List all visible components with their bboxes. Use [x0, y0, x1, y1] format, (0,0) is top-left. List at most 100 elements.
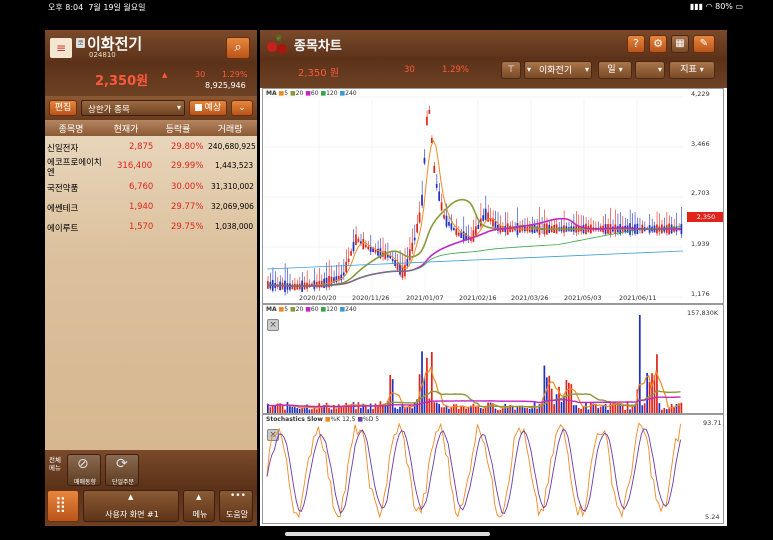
stochastics-pane[interactable]: Stochastics Slow ■%K 12,5 ■%D 5 × 93.71 …	[262, 414, 724, 524]
table-row[interactable]: 에이루트 1,570 29.75% 1,038,000	[45, 219, 257, 239]
left-footer: 전체메뉴 ⊘ 매매동향 ⟳ 단일주문 ⣿ ▲ 사용자 화면 #1 ▲ 메뉴 ••…	[45, 450, 257, 526]
screen-selector[interactable]: ▲ 사용자 화면 #1	[83, 490, 179, 522]
volume-bar	[396, 409, 399, 413]
current-price: 2,350원	[95, 74, 149, 89]
candle	[350, 251, 352, 256]
y-tick: 4,229	[691, 90, 710, 98]
volume-bar	[269, 407, 272, 413]
volume-bar	[315, 409, 318, 413]
candle	[391, 258, 394, 262]
order-button[interactable]: ⟳ 단일주문	[105, 454, 139, 486]
trend-button[interactable]: ⊘ 매매동향	[67, 454, 101, 486]
volume-bar	[328, 408, 330, 413]
table-row[interactable]: 에코프로에이치엔 316,400 29.99% 1,443,523	[45, 155, 257, 179]
volume-bar	[430, 351, 433, 413]
row-name: 에코프로에이치엔	[47, 158, 102, 178]
chart-price: 2,350 원	[298, 68, 340, 79]
col-volume: 거래량	[217, 125, 243, 135]
settings-button[interactable]: ⚙	[649, 35, 667, 53]
volume-bar	[626, 402, 629, 413]
candle	[482, 215, 485, 221]
price-chart[interactable]	[263, 89, 724, 304]
menu-label: 메뉴	[192, 510, 208, 519]
dropdown-icon: ▾	[618, 65, 623, 74]
edit-button[interactable]: 편집	[49, 100, 77, 116]
volume-bar	[548, 375, 551, 413]
pin-button[interactable]: ⊤	[501, 61, 521, 79]
volume-bar	[555, 394, 558, 413]
volume-bar	[585, 402, 587, 413]
volume-bar	[357, 402, 360, 413]
volume-bar	[567, 382, 570, 413]
col-pct[interactable]: 등락률	[155, 122, 201, 135]
y-tick: 1,176	[691, 290, 710, 298]
volume-pane[interactable]: MA ■5 ■20 ■60 ■120 ■240 × 157,830K	[262, 304, 724, 414]
volume-bar	[651, 373, 653, 413]
volume-bar	[660, 409, 663, 413]
candle	[372, 248, 374, 253]
volume-bar	[340, 407, 343, 413]
row-name: 에쎈테크	[47, 204, 79, 214]
menu-button[interactable]: ▲ 메뉴	[183, 490, 215, 522]
price-pane[interactable]: MA ■5 ■20 ■60 ■120 ■240 4,229 3,466 2,70…	[262, 88, 724, 304]
volume-bar	[413, 402, 416, 413]
grid-icon: ⣿	[55, 495, 66, 513]
draw-tool-button[interactable]: ✎	[693, 35, 715, 53]
volume-bar	[477, 406, 480, 413]
up-arrow-icon: ▲	[128, 493, 134, 501]
period-label: 일	[607, 65, 616, 75]
volume-bar	[643, 403, 646, 413]
volume-bar	[291, 406, 294, 413]
row-pct: 29.77%	[171, 202, 204, 212]
search-button[interactable]: ⌕	[226, 37, 250, 59]
volume-bar	[460, 405, 463, 413]
volume-bar	[536, 408, 538, 413]
volume-bar	[406, 407, 409, 413]
period-select[interactable]: 일 ▾	[598, 61, 632, 79]
volume-chart[interactable]	[263, 305, 724, 414]
volume-bar	[668, 408, 671, 413]
volume-bar	[450, 407, 453, 413]
help-button[interactable]: ?	[627, 35, 645, 53]
y-tick: 3,466	[691, 140, 710, 148]
help-button[interactable]: ••• 도움말	[219, 490, 253, 522]
list-icon[interactable]: ≡	[50, 38, 72, 58]
candle	[484, 208, 487, 220]
col-price: 현재가	[113, 125, 139, 135]
volume-bar	[325, 402, 328, 413]
indicator-label: 지표	[680, 65, 697, 75]
volume-bar	[440, 407, 443, 413]
volume-bar	[377, 406, 379, 413]
expand-button[interactable]: ⌄	[231, 100, 253, 116]
volume-bar	[597, 408, 600, 413]
volume-bar	[528, 408, 531, 413]
predict-toggle[interactable]: 예상	[189, 100, 227, 116]
dropdown-icon: ▾	[699, 65, 704, 74]
list-selector[interactable]: 상한가 종목 ▾	[81, 100, 185, 116]
candle	[455, 228, 458, 236]
indicator-button[interactable]: 지표 ▾	[669, 61, 715, 79]
volume-bar	[438, 403, 441, 413]
row-pct: 29.80%	[171, 142, 204, 152]
grid-menu-button[interactable]: ⣿	[47, 490, 79, 522]
layout-button[interactable]: ▦	[671, 35, 689, 53]
volume-bar	[284, 409, 286, 413]
period-value-select[interactable]: ▾	[635, 61, 665, 79]
volume-bar	[367, 409, 370, 413]
volume-bar	[609, 403, 612, 413]
volume-bar	[575, 405, 578, 413]
magnifier-chart-icon: ⊘	[77, 456, 89, 472]
stochastics-chart[interactable]	[263, 415, 724, 524]
table-row[interactable]: 에쎈테크 1,940 29.77% 32,069,906	[45, 199, 257, 219]
candle	[428, 109, 431, 114]
row-volume: 240,680,925	[208, 142, 256, 151]
grid-icon: ▦	[675, 38, 685, 49]
menu-toggle[interactable]: 전체메뉴	[47, 456, 63, 486]
volume-bar	[489, 402, 492, 413]
volume-bar	[435, 402, 438, 413]
stock-select[interactable]: ▾ 이화전기 ▾	[524, 61, 592, 79]
row-price: 6,760	[129, 182, 154, 192]
volume-bar	[372, 409, 374, 413]
volume-bar	[296, 408, 299, 413]
table-row[interactable]: 국전약품 6,760 30.00% 31,310,002	[45, 179, 257, 199]
